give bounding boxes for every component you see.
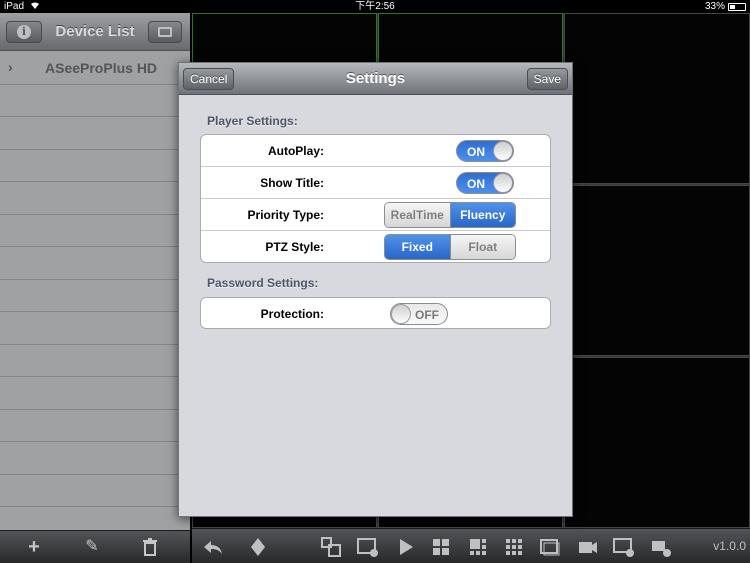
autoplay-label: AutoPlay: bbox=[267, 144, 324, 158]
priority-option-fluency[interactable]: Fluency bbox=[449, 203, 515, 227]
toggle-knob bbox=[493, 141, 513, 161]
show-title-toggle[interactable]: ON bbox=[456, 172, 514, 194]
password-settings-group: Protection: OFF bbox=[200, 297, 551, 329]
status-right: 33% bbox=[705, 0, 746, 13]
status-bar: iPad 下午2:56 33% bbox=[0, 0, 750, 13]
autoplay-toggle[interactable]: ON bbox=[456, 140, 514, 162]
battery-percent: 33% bbox=[704, 1, 725, 12]
save-button[interactable]: Save bbox=[526, 68, 568, 90]
player-settings-label: Player Settings: bbox=[207, 114, 298, 128]
show-title-label: Show Title: bbox=[260, 176, 324, 190]
protection-row: Protection: OFF bbox=[201, 298, 550, 328]
player-settings-group: AutoPlay: ON Show Title: ON Priority Typ… bbox=[200, 134, 551, 263]
priority-option-realtime[interactable]: RealTime bbox=[385, 203, 450, 227]
toggle-knob bbox=[391, 304, 411, 324]
password-settings-label: Password Settings: bbox=[207, 276, 319, 290]
ptz-style-label: PTZ Style: bbox=[265, 240, 324, 254]
battery-icon bbox=[728, 2, 746, 11]
priority-type-segmented: RealTime Fluency bbox=[384, 202, 516, 228]
ptz-style-row: PTZ Style: Fixed Float bbox=[201, 231, 550, 262]
protection-label: Protection: bbox=[260, 307, 324, 321]
status-time: 下午2:56 bbox=[355, 1, 395, 12]
toggle-knob bbox=[493, 173, 513, 193]
ptz-option-fixed[interactable]: Fixed bbox=[385, 235, 450, 259]
modal-navbar: Cancel Settings Save bbox=[179, 63, 572, 95]
priority-type-row: Priority Type: RealTime Fluency bbox=[201, 199, 550, 231]
ptz-option-float[interactable]: Float bbox=[449, 235, 515, 259]
autoplay-row: AutoPlay: ON bbox=[201, 135, 550, 167]
protection-toggle[interactable]: OFF bbox=[390, 303, 448, 325]
show-title-row: Show Title: ON bbox=[201, 167, 550, 199]
ptz-style-segmented: Fixed Float bbox=[384, 234, 516, 260]
priority-type-label: Priority Type: bbox=[247, 208, 324, 222]
modal-title: Settings bbox=[345, 70, 406, 87]
settings-modal: Cancel Settings Save Player Settings: Au… bbox=[178, 62, 573, 517]
